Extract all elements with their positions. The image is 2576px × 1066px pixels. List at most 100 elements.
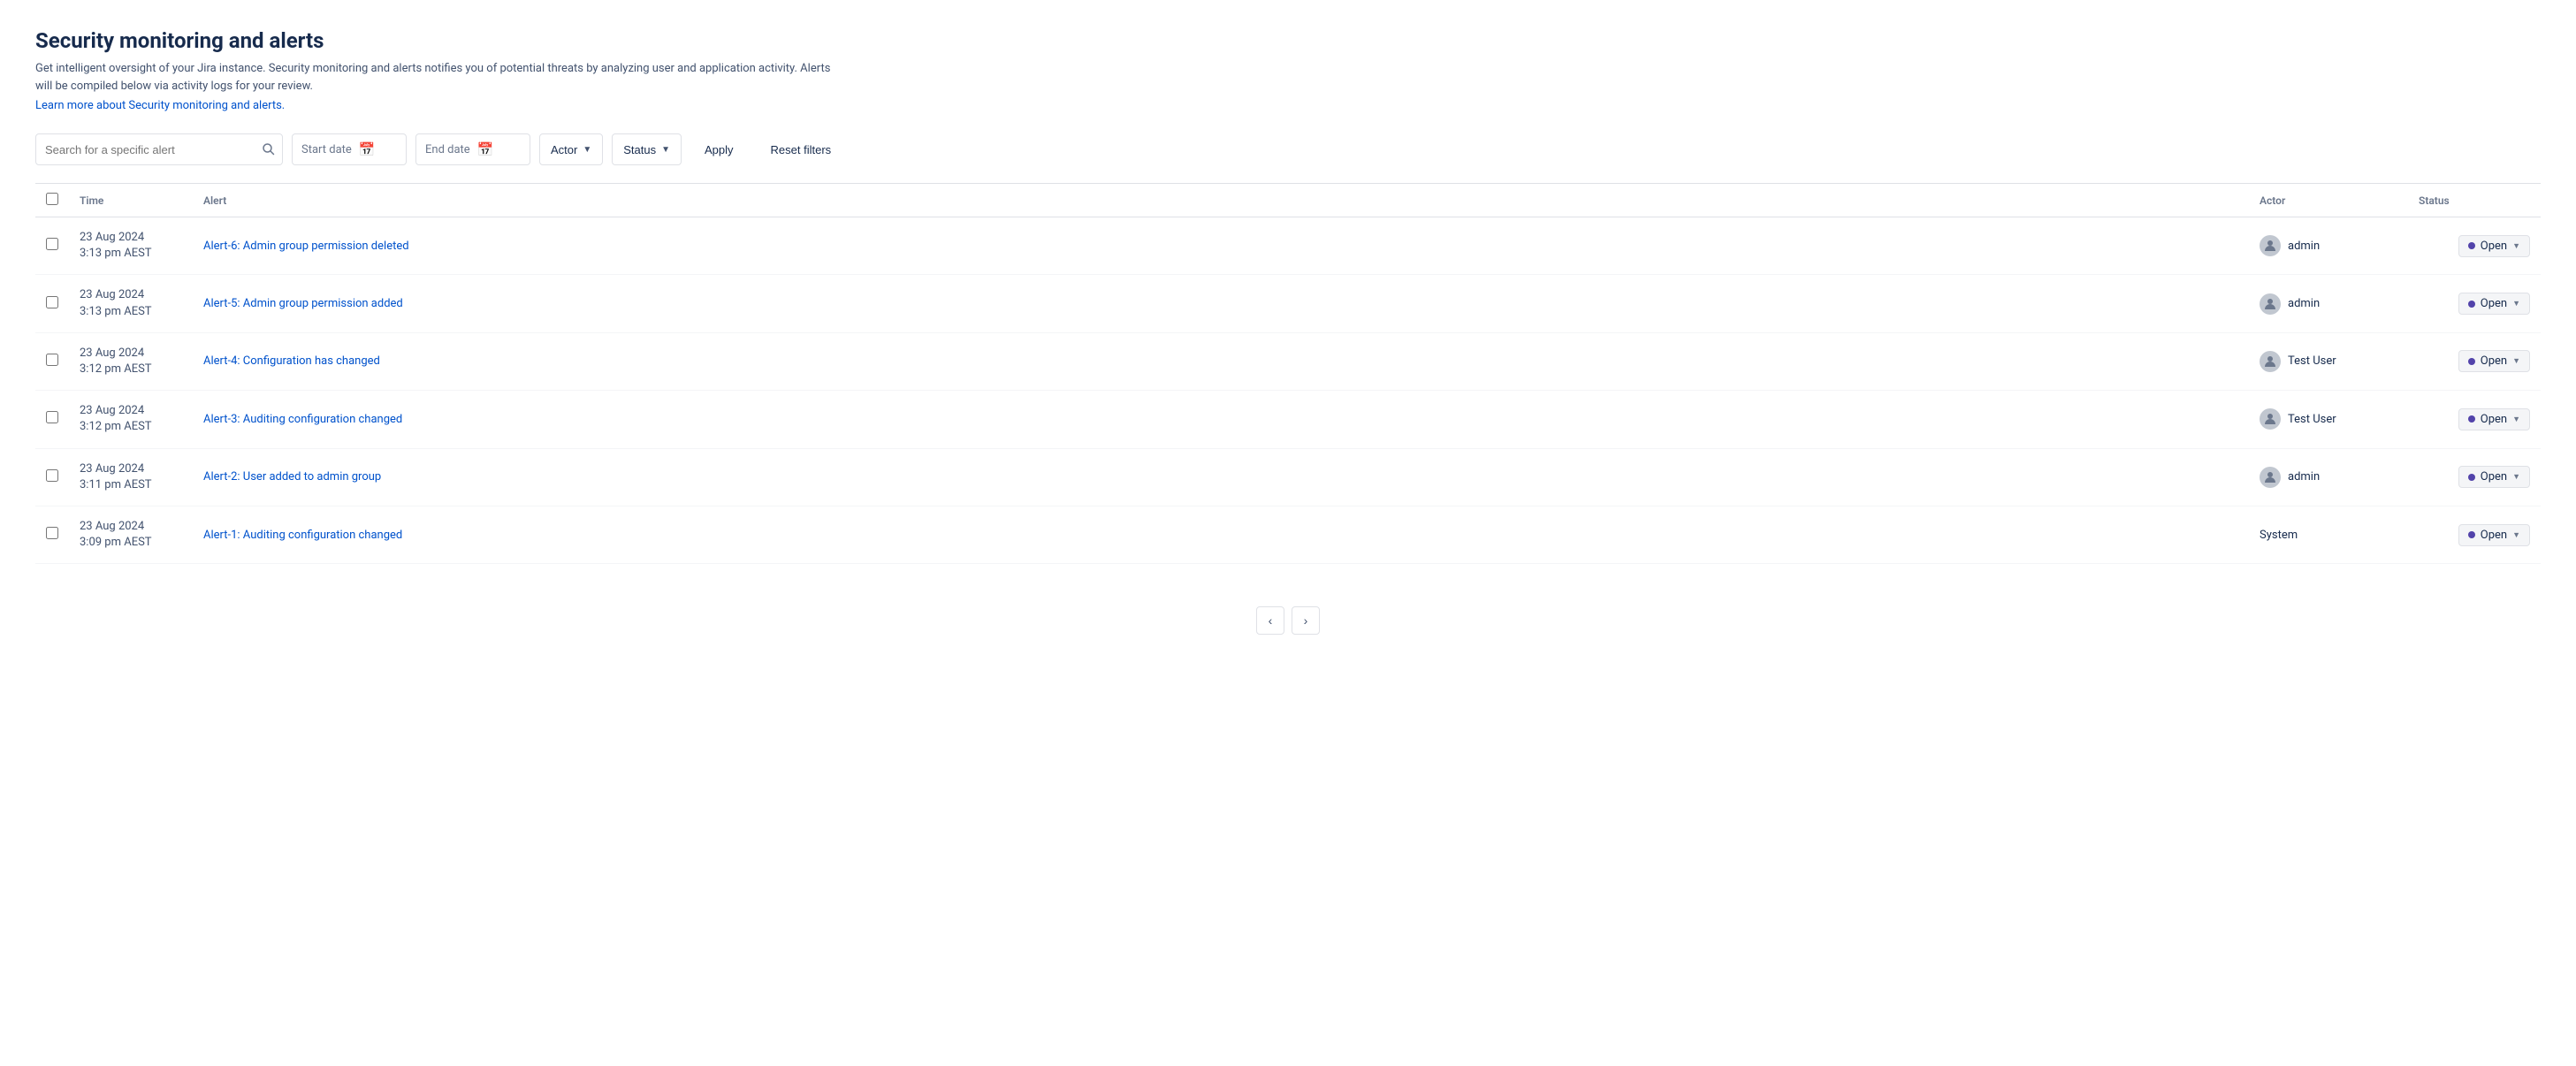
search-wrapper [35,133,283,165]
status-label: Open [2481,240,2507,253]
time-cell: 23 Aug 20243:12 pm AEST [69,391,193,448]
table-body: 23 Aug 20243:13 pm AEST Alert-6: Admin gr… [35,217,2541,564]
status-cell: Open▼ [2408,391,2541,448]
status-badge[interactable]: Open ▼ [2458,466,2530,488]
alert-link[interactable]: Alert-6: Admin group permission deleted [203,240,409,253]
alert-cell: Alert-6: Admin group permission deleted [193,217,2249,275]
actor-cell: Test User [2249,391,2408,448]
col-header-status: Status [2408,184,2541,217]
time-cell: 23 Aug 20243:13 pm AEST [69,217,193,275]
actor-dropdown[interactable]: Actor ▼ [539,133,603,165]
reset-filters-button[interactable]: Reset filters [757,133,846,165]
table-row: 23 Aug 20243:09 pm AEST Alert-1: Auditing… [35,506,2541,563]
col-header-actor: Actor [2249,184,2408,217]
table-row: 23 Aug 20243:12 pm AEST Alert-3: Auditing… [35,391,2541,448]
status-dot [2468,531,2475,538]
chevron-down-icon: ▼ [2512,530,2520,540]
search-input[interactable] [35,133,283,165]
row-checkbox[interactable] [46,411,58,423]
actor-cell: Test User [2249,332,2408,390]
alert-link[interactable]: Alert-1: Auditing configuration changed [203,529,402,542]
status-dropdown[interactable]: Status ▼ [612,133,682,165]
row-checkbox[interactable] [46,354,58,366]
time-cell: 23 Aug 20243:13 pm AEST [69,275,193,332]
actor-cell: System [2249,506,2408,563]
row-checkbox[interactable] [46,296,58,308]
status-label: Open [2481,297,2507,310]
avatar [2260,467,2281,488]
row-checkbox[interactable] [46,238,58,250]
row-checkbox-cell [35,275,69,332]
page-description: Get intelligent oversight of your Jira i… [35,60,831,95]
start-date-label: Start date [301,143,352,156]
status-cell: Open ▼ [2408,217,2541,275]
status-dropdown-label: Status [623,143,656,156]
status-dot [2468,415,2475,423]
apply-button[interactable]: Apply [690,133,748,165]
alert-link[interactable]: Alert-4: Configuration has changed [203,354,380,368]
alert-link[interactable]: Alert-5: Admin group permission added [203,297,403,310]
row-checkbox-cell [35,217,69,275]
status-badge[interactable]: Open▼ [2458,408,2530,430]
actor-name: admin [2288,240,2320,253]
alert-cell: Alert-4: Configuration has changed [193,332,2249,390]
col-header-alert: Alert [193,184,2249,217]
pagination: ‹ › [35,592,2541,649]
chevron-down-icon: ▼ [2512,472,2520,482]
chevron-left-icon: ‹ [1269,613,1273,628]
avatar [2260,293,2281,315]
status-badge[interactable]: Open▼ [2458,524,2530,546]
row-checkbox[interactable] [46,469,58,482]
row-checkbox-cell [35,332,69,390]
status-label: Open [2481,470,2507,484]
status-badge[interactable]: Open ▼ [2458,293,2530,315]
actor-cell: admin [2249,217,2408,275]
status-badge[interactable]: Open▼ [2458,350,2530,372]
row-checkbox-cell [35,448,69,506]
time-cell: 23 Aug 20243:09 pm AEST [69,506,193,563]
row-checkbox[interactable] [46,527,58,539]
time-cell: 23 Aug 20243:11 pm AEST [69,448,193,506]
learn-more-link[interactable]: Learn more about Security monitoring and… [35,99,285,112]
alerts-table: Time Alert Actor Status 23 Aug 20243:13 … [35,183,2541,564]
calendar-icon: 📅 [477,141,494,157]
status-cell: Open ▼ [2408,275,2541,332]
time-cell: 23 Aug 20243:12 pm AEST [69,332,193,390]
status-cell: Open ▼ [2408,448,2541,506]
start-date-input[interactable]: Start date 📅 [292,133,407,165]
alert-link[interactable]: Alert-2: User added to admin group [203,470,381,484]
table-row: 23 Aug 20243:13 pm AEST Alert-5: Admin gr… [35,275,2541,332]
prev-page-button[interactable]: ‹ [1256,606,1284,635]
actor-name: System [2260,529,2298,542]
page-title: Security monitoring and alerts [35,28,2541,53]
search-icon [262,142,276,156]
table-row: 23 Aug 20243:11 pm AEST Alert-2: User add… [35,448,2541,506]
calendar-icon: 📅 [359,141,376,157]
select-all-header [35,184,69,217]
actor-cell: admin [2249,448,2408,506]
chevron-down-icon: ▼ [661,145,670,155]
alert-link[interactable]: Alert-3: Auditing configuration changed [203,413,402,426]
avatar [2260,408,2281,430]
table-header-row: Time Alert Actor Status [35,184,2541,217]
chevron-down-icon: ▼ [2512,415,2520,424]
select-all-checkbox[interactable] [46,193,58,205]
table-row: 23 Aug 20243:12 pm AEST Alert-4: Configur… [35,332,2541,390]
end-date-label: End date [425,143,470,156]
chevron-right-icon: › [1304,613,1308,628]
status-dot [2468,358,2475,365]
end-date-input[interactable]: End date 📅 [415,133,530,165]
table-row: 23 Aug 20243:13 pm AEST Alert-6: Admin gr… [35,217,2541,275]
search-button[interactable] [262,142,276,156]
status-cell: Open▼ [2408,506,2541,563]
status-cell: Open▼ [2408,332,2541,390]
status-dot [2468,242,2475,249]
chevron-down-icon: ▼ [583,145,591,155]
status-badge[interactable]: Open ▼ [2458,235,2530,257]
status-dot [2468,301,2475,308]
chevron-down-icon: ▼ [2512,299,2520,308]
row-checkbox-cell [35,506,69,563]
next-page-button[interactable]: › [1292,606,1320,635]
chevron-down-icon: ▼ [2512,241,2520,251]
filter-bar: Start date 📅 End date 📅 Actor ▼ Status ▼… [35,133,2541,165]
